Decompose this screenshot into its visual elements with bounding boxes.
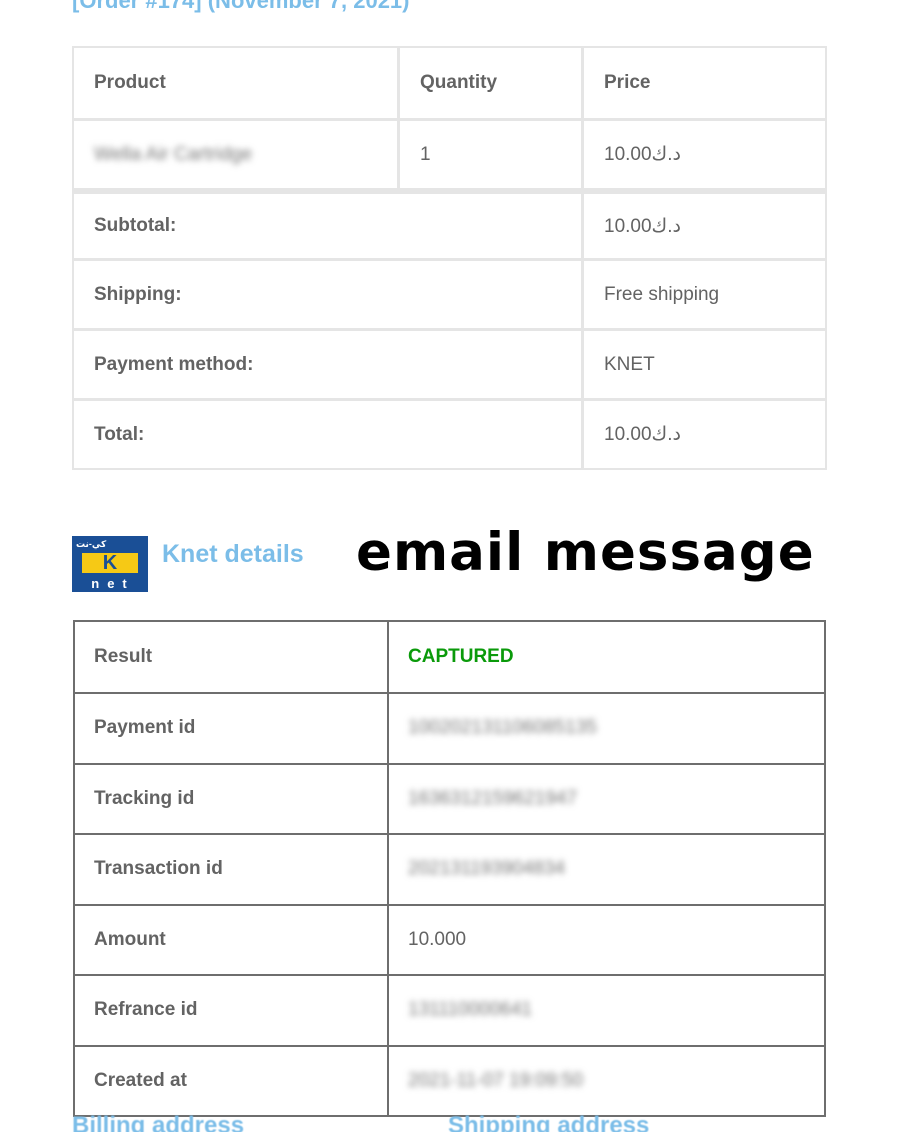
product-name: Wella Air Cartridge — [94, 143, 253, 165]
shipping-address-heading: Shipping address — [448, 1112, 650, 1132]
created-at-value: 2021-11-07 19:09:50 — [408, 1069, 584, 1091]
product-price: 10.00د.ك — [581, 121, 825, 188]
shipping-label: Shipping: — [94, 283, 182, 305]
knet-details-table: Result CAPTURED Payment id 1002021311060… — [73, 620, 826, 1117]
knet-logo-icon: كي-نت K net — [72, 536, 148, 592]
total-row: Total: 10.00د.ك — [74, 398, 825, 468]
knet-details-title: Knet details — [162, 540, 304, 568]
table-row: Wella Air Cartridge 1 10.00د.ك — [74, 118, 825, 188]
transaction-id-value: 202131193904834 — [408, 858, 566, 880]
shipping-value: Free shipping — [581, 261, 825, 328]
address-headings: Billing address Shipping address — [72, 1112, 832, 1132]
created-at-label: Created at — [75, 1046, 389, 1115]
result-label: Result — [75, 622, 389, 692]
tracking-id-row: Tracking id 1636312159621947 — [75, 762, 824, 833]
order-heading[interactable]: [Order #174] (November 7, 2021) — [72, 0, 410, 14]
knet-logo-k: K — [82, 553, 138, 573]
knet-logo-arabic-mark: كي-نت — [76, 539, 107, 549]
transaction-id-label: Transaction id — [75, 835, 389, 904]
amount-row: Amount 10.000 — [75, 903, 824, 974]
reference-id-value: 131110000641 — [408, 999, 532, 1021]
product-quantity: 1 — [397, 121, 581, 188]
payment-method-label: Payment method: — [94, 353, 254, 375]
tracking-id-label: Tracking id — [75, 764, 389, 833]
table-header-row: Product Quantity Price — [74, 48, 825, 118]
column-header-price: Price — [581, 48, 825, 118]
subtotal-label: Subtotal: — [94, 215, 177, 236]
order-table: Product Quantity Price Wella Air Cartrid… — [72, 46, 827, 470]
email-message-caption: email message — [356, 522, 815, 583]
column-header-product: Product — [94, 72, 166, 93]
shipping-row: Shipping: Free shipping — [74, 258, 825, 328]
reference-id-label: Refrance id — [75, 976, 389, 1045]
subtotal-value: 10.00د.ك — [581, 194, 825, 258]
total-label: Total: — [94, 423, 145, 445]
knet-logo-net: net — [91, 576, 135, 591]
total-value: 10.00د.ك — [581, 401, 825, 468]
column-header-quantity: Quantity — [397, 48, 581, 118]
subtotal-row: Subtotal: 10.00د.ك — [74, 188, 825, 258]
result-value: CAPTURED — [408, 646, 514, 667]
amount-label: Amount — [75, 905, 389, 974]
reference-id-row: Refrance id 131110000641 — [75, 974, 824, 1045]
tracking-id-value: 1636312159621947 — [408, 787, 578, 809]
transaction-id-row: Transaction id 202131193904834 — [75, 833, 824, 904]
payment-method-row: Payment method: KNET — [74, 328, 825, 398]
created-at-row: Created at 2021-11-07 19:09:50 — [75, 1044, 824, 1115]
billing-address-heading: Billing address — [72, 1112, 245, 1132]
payment-id-value: 100202131106085135 — [408, 717, 597, 739]
result-row: Result CAPTURED — [75, 622, 824, 692]
payment-method-value: KNET — [581, 331, 825, 398]
amount-value: 10.000 — [408, 928, 467, 950]
payment-id-row: Payment id 100202131106085135 — [75, 692, 824, 763]
payment-id-label: Payment id — [75, 694, 389, 763]
